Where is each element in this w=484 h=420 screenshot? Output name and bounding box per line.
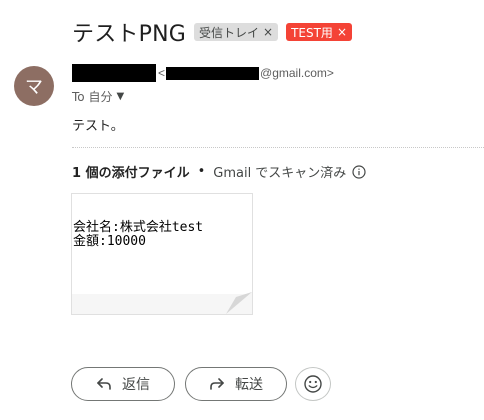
attachment-divider [72, 147, 484, 148]
label-inbox-text: 受信トレイ [198, 25, 259, 40]
forward-arrow-icon [210, 378, 224, 390]
sender-avatar[interactable]: マ [14, 66, 54, 106]
sender-email: < @gmail.com> [158, 66, 334, 80]
preview-line-amount: 金額:10000 [73, 234, 146, 249]
scan-status: Gmail でスキャン済み [213, 166, 347, 181]
label-test-remove-icon[interactable]: × [337, 26, 347, 38]
reply-button[interactable]: 返信 [71, 367, 175, 401]
label-test-text: TEST用 [291, 25, 333, 40]
email-view: テストPNG 受信トレイ × TEST用 × マ < @gmail.com> T… [0, 0, 484, 420]
forward-button[interactable]: 転送 [185, 367, 287, 401]
sender-row: < @gmail.com> [72, 63, 334, 83]
avatar-letter: マ [25, 77, 43, 98]
redacted-sender-email [166, 66, 260, 80]
info-icon[interactable] [352, 164, 366, 179]
recipient-details-dropdown-icon[interactable]: ▼ [116, 91, 124, 102]
reply-arrow-icon [97, 378, 111, 390]
emoji-reaction-button[interactable] [295, 367, 331, 401]
page-fold-icon [226, 292, 252, 314]
label-inbox-remove-icon[interactable]: × [263, 26, 273, 38]
email-body: テスト。 [72, 119, 124, 134]
email-subject: テストPNG [72, 22, 186, 47]
redacted-sender-name [72, 64, 156, 82]
attachment-thumbnail[interactable]: 会社名:株式会社test 金額:10000 [71, 193, 253, 315]
email-open-bracket: < [158, 66, 166, 80]
emoji-icon [304, 375, 322, 393]
attachment-header: 1 個の添付ファイル • Gmail でスキャン済み [72, 162, 366, 181]
preview-line-company: 会社名:株式会社test [73, 220, 204, 235]
forward-label: 転送 [235, 377, 263, 393]
email-domain: @gmail.com> [260, 66, 334, 80]
label-test[interactable]: TEST用 × [286, 23, 352, 41]
separator-dot: • [197, 164, 206, 179]
recipient-row: To 自分 ▼ [72, 88, 124, 105]
label-inbox[interactable]: 受信トレイ × [193, 23, 279, 41]
attachment-preview-text: 会社名:株式会社test 金額:10000 [73, 221, 203, 249]
attachment-count: 1 個の添付ファイル [72, 166, 190, 181]
recipient-text: To 自分 [72, 90, 113, 104]
subject-row: テストPNG 受信トレイ × TEST用 × [72, 16, 352, 48]
reply-label: 返信 [122, 377, 150, 393]
